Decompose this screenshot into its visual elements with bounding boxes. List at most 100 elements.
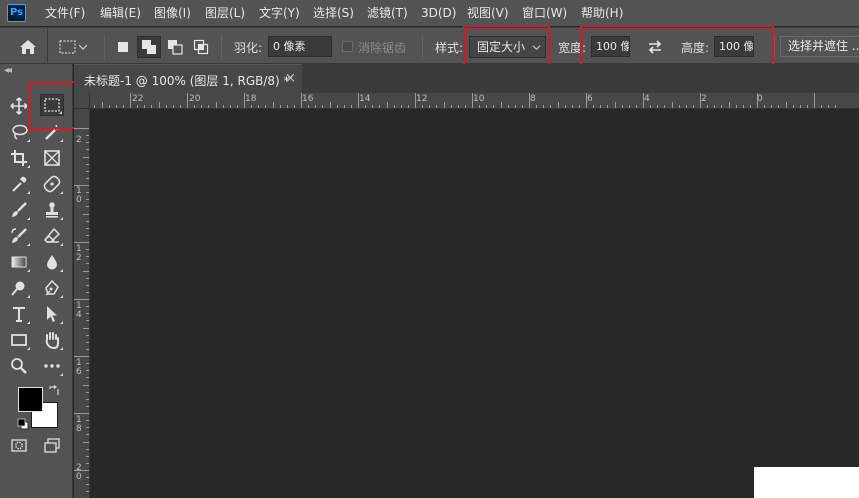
menu-3d[interactable]: 3D(D) [421,0,456,26]
ruler-label: 1 0 [76,186,82,205]
menu-file[interactable]: 文件(F) [45,0,85,26]
type-tool[interactable] [7,303,31,325]
zoom-tool[interactable] [7,355,31,377]
feather-input[interactable]: 0 像素 [268,36,332,57]
water-drop-icon [47,255,57,270]
more-tools-button[interactable] [40,355,64,377]
default-colors-icon[interactable] [17,418,29,430]
quick-mask-button[interactable] [7,435,31,457]
vertical-ruler[interactable]: 2 1 0 1 2 1 4 1 6 1 8 2 0 [74,109,90,498]
dodge-tool[interactable] [7,277,31,299]
lasso-icon [12,124,28,140]
gradient-icon [11,256,27,268]
screen-mode-icon [44,438,60,453]
collapse-panel-icon[interactable]: ◂◂ [4,65,12,76]
menu-help[interactable]: 帮助(H) [581,0,623,26]
antialias-checkbox[interactable] [342,41,353,52]
canvas-workspace[interactable] [91,110,859,498]
add-selection-icon [142,40,156,54]
width-input[interactable]: 100 像素 [591,36,630,57]
frame-icon [44,150,60,166]
photoshop-logo: Ps [7,4,26,22]
pen-tool[interactable] [40,277,64,299]
spot-healing-brush-tool[interactable] [40,173,64,195]
swap-dimensions-button[interactable] [645,37,665,57]
move-tool[interactable] [7,95,31,117]
intersect-selection-button[interactable] [191,37,211,57]
foreground-color-swatch[interactable] [18,387,43,412]
close-icon[interactable]: × [285,71,296,86]
menu-window[interactable]: 窗口(W) [522,0,567,26]
magnifier-icon [11,358,27,374]
ruler-label: 4 [644,94,650,104]
crop-tool[interactable] [7,147,31,169]
path-selection-tool[interactable] [40,303,64,325]
history-brush-icon [11,228,27,243]
hand-icon [45,332,59,349]
clone-stamp-tool[interactable] [40,199,64,221]
subtract-selection-icon [168,40,183,55]
ruler-label: 14 [359,94,371,104]
crop-icon [11,150,27,166]
home-button[interactable] [8,28,48,65]
brush-icon [12,202,27,217]
width-label: 宽度: [558,41,587,55]
height-input[interactable]: 100 像素 [714,36,754,57]
ruler-label: 6 [587,94,593,104]
brush-tool[interactable] [7,199,31,221]
gradient-tool[interactable] [7,251,31,273]
eyedropper-tool[interactable] [7,173,31,195]
ruler-label: 10 [473,94,485,104]
ruler-origin[interactable] [74,93,90,109]
new-selection-icon [118,42,128,52]
menu-type[interactable]: 文字(Y) [259,0,300,26]
ruler-label: 12 [416,94,428,104]
menu-layer[interactable]: 图层(L) [205,0,245,26]
document-tab[interactable]: 未标题-1 @ 100% (图层 1, RGB/8) * × [74,64,302,93]
eraser-icon [43,227,61,243]
swap-colors-icon[interactable] [48,385,60,397]
history-brush-tool[interactable] [7,225,31,247]
rectangle-tool[interactable] [7,329,31,351]
subtract-selection-button[interactable] [165,37,185,57]
horizontal-ruler[interactable]: 22 20 18 16 14 12 10 8 6 4 2 0 [90,93,859,109]
document-canvas[interactable] [754,467,859,498]
options-bar: 羽化: 0 像素 消除锯齿 样式: 固定大小 宽度: 100 像素 高度: 10… [0,25,859,69]
style-select[interactable]: 固定大小 [469,36,546,58]
rectangular-marquee-tool[interactable] [40,94,64,116]
select-and-mask-button[interactable]: 选择并遮住 ... [780,36,859,57]
ruler-label: 22 [132,94,144,104]
menu-filter[interactable]: 滤镜(T) [367,0,408,26]
menu-edit[interactable]: 编辑(E) [100,0,141,26]
move-icon [10,97,28,115]
intersect-selection-icon [193,39,209,55]
ruler-label: 8 [530,94,536,104]
stamp-icon [46,202,58,218]
antialias-label: 消除锯齿 [358,41,407,55]
blur-tool[interactable] [40,251,64,273]
menu-select[interactable]: 选择(S) [313,0,354,26]
screen-mode-button[interactable] [40,435,64,457]
menu-image[interactable]: 图像(I) [154,0,191,26]
pen-icon [45,279,59,296]
arrow-cursor-icon [47,306,57,322]
add-to-selection-button[interactable] [137,36,161,58]
frame-tool[interactable] [40,147,64,169]
bandage-icon [43,175,61,193]
ruler-label: 20 [189,94,201,104]
lasso-tool[interactable] [7,121,31,143]
menu-view[interactable]: 视图(V) [467,0,509,26]
ruler-label: 18 [245,94,257,104]
ruler-label: 2 [701,94,707,104]
ruler-label: 2 0 [76,463,82,482]
eraser-tool[interactable] [40,225,64,247]
swap-arrows-icon [648,40,662,54]
new-selection-button[interactable] [113,37,133,57]
ruler-label: 16 [302,94,314,104]
quick-selection-tool[interactable] [40,121,64,143]
tool-preset-picker[interactable] [58,37,98,57]
ruler-label: 1 6 [76,358,82,377]
hand-tool[interactable] [40,329,64,351]
chevron-down-icon [78,44,88,50]
type-t-icon [13,307,25,322]
